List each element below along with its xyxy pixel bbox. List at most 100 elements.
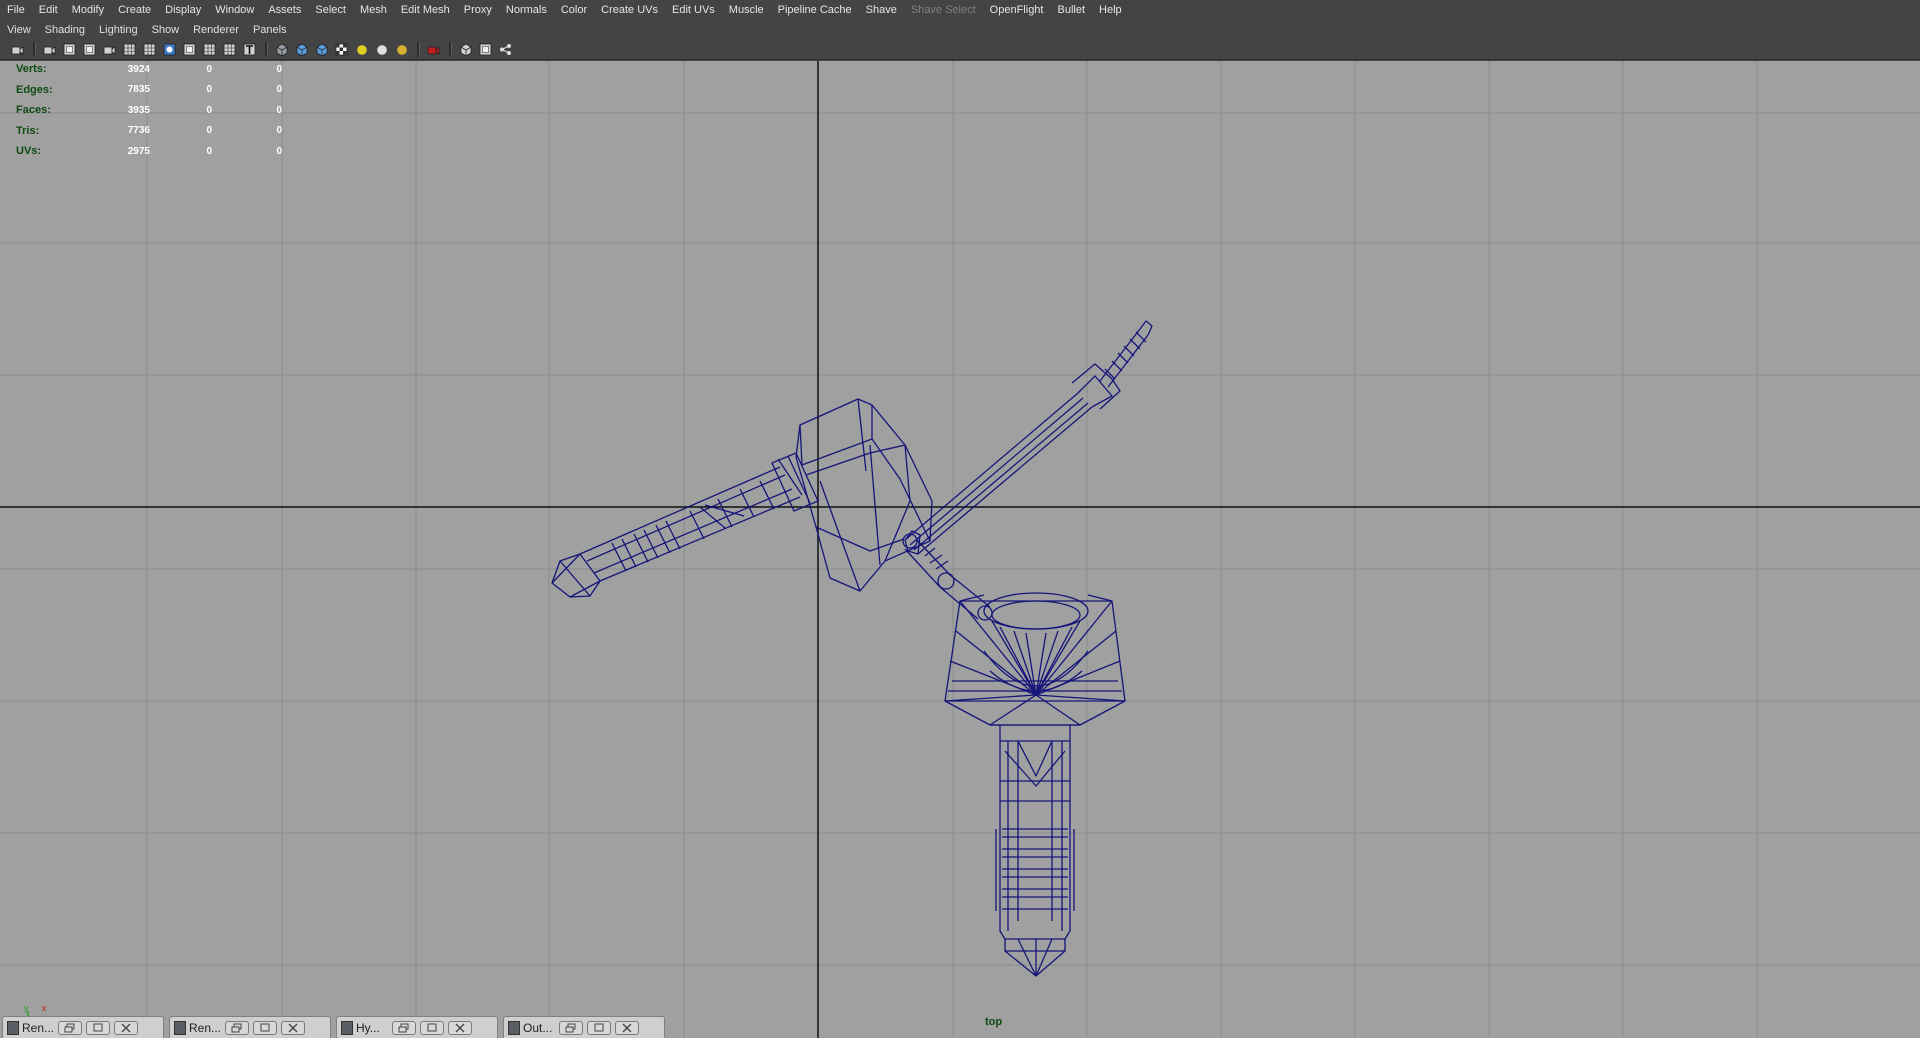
toolbar-separator [417, 42, 420, 57]
close-button[interactable] [615, 1020, 639, 1035]
hud-value-object: 2975 [127, 145, 150, 157]
menu-edit-mesh[interactable]: Edit Mesh [394, 0, 457, 20]
menu-bullet[interactable]: Bullet [1050, 0, 1092, 20]
isolate-select-icon[interactable] [458, 42, 473, 57]
hud-row-faces: Faces: 3935 0 0 [16, 100, 282, 121]
camera-select-icon[interactable] [10, 42, 25, 57]
panel-menu-renderer[interactable]: Renderer [186, 20, 246, 40]
smooth-shade-icon[interactable] [294, 42, 309, 57]
restore-button[interactable] [559, 1020, 583, 1035]
panel-menu-shading[interactable]: Shading [38, 20, 92, 40]
hud-row-edges: Edges: 7835 0 0 [16, 80, 282, 101]
window-title: Ren... [189, 1020, 221, 1035]
hud-value-selected: 0 [206, 125, 212, 137]
close-button[interactable] [281, 1020, 305, 1035]
hud-value-object: 7736 [127, 125, 150, 137]
restore-button[interactable] [58, 1020, 82, 1035]
menu-normals[interactable]: Normals [499, 0, 554, 20]
main-menu-bar: File Edit Modify Create Display Window Assets S… [0, 0, 1920, 21]
menu-openflight[interactable]: OpenFlight [983, 0, 1051, 20]
field-chart-icon[interactable] [202, 42, 217, 57]
toolbar-separator [33, 42, 36, 57]
menu-select[interactable]: Select [308, 0, 353, 20]
hud-row-uvs: UVs: 2975 0 0 [16, 141, 282, 162]
restore-button[interactable] [392, 1020, 416, 1035]
maximize-button[interactable] [86, 1020, 110, 1035]
safe-title-icon[interactable] [242, 42, 257, 57]
minimized-window[interactable]: Ren... [2, 1016, 164, 1038]
hud-value-object: 3924 [127, 63, 150, 75]
menu-mesh[interactable]: Mesh [353, 0, 394, 20]
hud-value-selected: 0 [206, 84, 212, 96]
film-gate-icon[interactable] [142, 42, 157, 57]
hud-row-tris: Tris: 7736 0 0 [16, 121, 282, 142]
ambient-occlusion-icon[interactable] [498, 42, 513, 57]
image-plane-icon[interactable] [82, 42, 97, 57]
hud-label: Verts: [16, 63, 47, 76]
resolution-gate-icon[interactable] [162, 42, 177, 57]
toolbar-separator [265, 42, 268, 57]
panel-menu-show[interactable]: Show [145, 20, 187, 40]
minimized-window[interactable]: Ren... [169, 1016, 331, 1038]
hud-value-selected: 0 [206, 63, 212, 75]
all-lights-icon[interactable] [374, 42, 389, 57]
hud-label: Tris: [16, 124, 40, 137]
menu-modify[interactable]: Modify [65, 0, 111, 20]
minimized-window[interactable]: Hy... [336, 1016, 498, 1038]
shade-all-icon[interactable] [314, 42, 329, 57]
close-button[interactable] [448, 1020, 472, 1035]
wireframe-icon[interactable] [274, 42, 289, 57]
window-icon [508, 1020, 520, 1035]
menu-window[interactable]: Window [208, 0, 261, 20]
gate-mask-icon[interactable] [182, 42, 197, 57]
wireframe-model[interactable] [0, 61, 1920, 1038]
menu-display[interactable]: Display [158, 0, 208, 20]
menu-pipeline-cache[interactable]: Pipeline Cache [771, 0, 859, 20]
menu-edit-uvs[interactable]: Edit UVs [665, 0, 722, 20]
menu-shave-select[interactable]: Shave Select [904, 0, 983, 20]
menu-assets[interactable]: Assets [261, 0, 308, 20]
hud-value-uv: 0 [276, 84, 282, 96]
maximize-button[interactable] [253, 1020, 277, 1035]
window-title: Ren... [22, 1020, 54, 1035]
menu-shave[interactable]: Shave [859, 0, 904, 20]
maximize-button[interactable] [587, 1020, 611, 1035]
shadows-icon[interactable] [394, 42, 409, 57]
camera-label: top [985, 1016, 1003, 1028]
hud-value-uv: 0 [276, 104, 282, 116]
close-button[interactable] [114, 1020, 138, 1035]
grid-icon[interactable] [122, 42, 137, 57]
xray-joints-icon[interactable] [478, 42, 493, 57]
menu-color[interactable]: Color [554, 0, 594, 20]
safe-action-icon[interactable] [222, 42, 237, 57]
panel-menu-bar: View Shading Lighting Show Renderer Panels [0, 20, 1920, 40]
use-default-light-icon[interactable] [354, 42, 369, 57]
hud-value-uv: 0 [276, 125, 282, 137]
camera-attributes-icon[interactable] [42, 42, 57, 57]
restore-button[interactable] [225, 1020, 249, 1035]
hud-value-uv: 0 [276, 63, 282, 75]
panel-menu-panels[interactable]: Panels [246, 20, 294, 40]
textured-icon[interactable] [334, 42, 349, 57]
hud-label: Faces: [16, 104, 51, 117]
hud-value-object: 7835 [127, 84, 150, 96]
menu-muscle[interactable]: Muscle [722, 0, 771, 20]
window-title: Hy... [356, 1020, 380, 1035]
bookmark-icon[interactable] [62, 42, 77, 57]
xray-icon[interactable] [426, 42, 441, 57]
panel-menu-lighting[interactable]: Lighting [92, 20, 145, 40]
menu-create[interactable]: Create [111, 0, 158, 20]
menu-proxy[interactable]: Proxy [457, 0, 499, 20]
menu-create-uvs[interactable]: Create UVs [594, 0, 665, 20]
abutment-wireframe [944, 592, 1126, 977]
top-viewport[interactable]: Verts: 3924 0 0 Edges: 7835 0 0 Faces: 3935 0 0 Tris… [0, 61, 1920, 1038]
menu-edit[interactable]: Edit [32, 0, 65, 20]
menu-help[interactable]: Help [1092, 0, 1129, 20]
minimized-window[interactable]: Out... [503, 1016, 665, 1038]
axis-y-label: y [24, 1003, 29, 1013]
window-icon [174, 1020, 186, 1035]
menu-file[interactable]: File [0, 0, 32, 20]
panel-menu-view[interactable]: View [0, 20, 38, 40]
maximize-button[interactable] [420, 1020, 444, 1035]
isolate-icon[interactable] [102, 42, 117, 57]
